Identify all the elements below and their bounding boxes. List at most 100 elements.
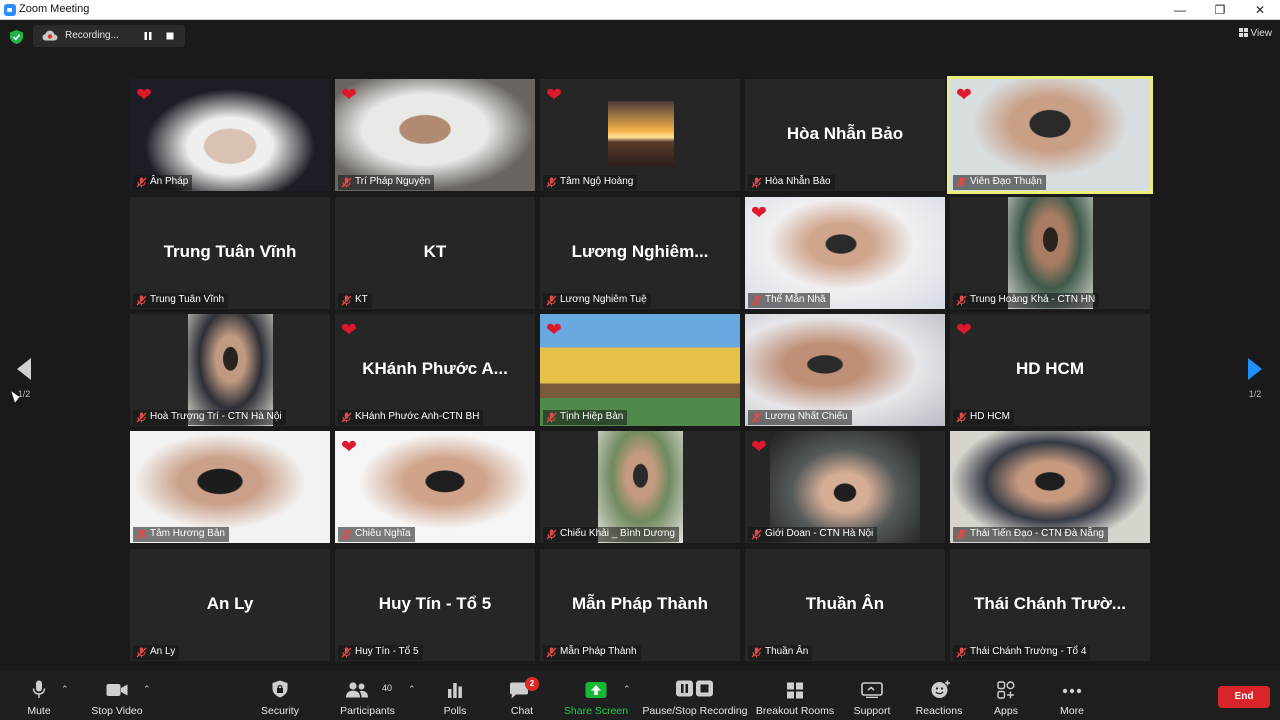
participant-name: Tịnh Hiệp Bản — [560, 411, 624, 422]
participant-tile[interactable]: Tâm Hương Bản — [130, 431, 330, 543]
participant-tile[interactable]: Hòa Nhẫn Bảo Hòa Nhẫn Bảo — [745, 79, 945, 191]
stop-recording-icon[interactable] — [163, 29, 177, 43]
video-options-caret[interactable]: ⌃ — [143, 684, 151, 695]
chat-button[interactable]: 2 Chat — [499, 670, 545, 720]
participant-name: Giới Doan - CTN Hà Nội — [765, 528, 874, 539]
participant-name-label: KHánh Phước Anh-CTN BH — [338, 410, 484, 425]
reactions-smiley-icon — [931, 680, 950, 698]
muted-microphone-icon — [136, 295, 147, 306]
heart-reaction-icon: ❤ — [546, 85, 562, 106]
participant-name-label: Tâm Ngộ Hoàng — [543, 175, 638, 190]
participant-name-label: Tâm Hương Bản — [133, 527, 229, 542]
muted-microphone-icon — [546, 529, 557, 540]
muted-microphone-icon — [341, 177, 352, 188]
participant-tile[interactable]: Lương Nhất Chiếu — [745, 314, 945, 426]
participant-name-label: HD HCM — [953, 410, 1014, 425]
participant-name-label: An Ly — [133, 645, 180, 660]
view-button[interactable]: View — [1238, 28, 1272, 39]
participant-tile[interactable]: ❤ Tịnh Hiệp Bản — [540, 314, 740, 426]
participant-tile[interactable]: ❤ Thể Mẫn Nhã — [745, 197, 945, 309]
participant-name-label: Lương Nhất Chiếu — [748, 410, 852, 425]
heart-reaction-icon: ❤ — [751, 437, 767, 458]
participant-tile[interactable]: ❤ Chiêu Nghĩa — [335, 431, 535, 543]
stop-video-button[interactable]: Stop Video — [86, 670, 148, 720]
participants-options-caret[interactable]: ⌃ — [408, 684, 416, 695]
participant-tile[interactable]: Thái Tiến Đạo - CTN Đà Nẵng — [950, 431, 1150, 543]
participant-tile[interactable]: Chiếu Khải _ Bình Dương — [540, 431, 740, 543]
chat-unread-badge: 2 — [525, 677, 539, 691]
participant-tile[interactable]: Trung Hoàng Khả - CTN HN — [950, 197, 1150, 309]
participant-tile[interactable]: ❤ Viên Đạo Thuận — [947, 76, 1153, 194]
share-screen-button[interactable]: Share Screen — [563, 670, 629, 720]
breakout-rooms-button[interactable]: Breakout Rooms — [755, 670, 835, 720]
polls-bar-chart-icon — [448, 683, 462, 698]
reactions-button[interactable]: Reactions — [912, 670, 966, 720]
participant-name-label: KT — [338, 293, 372, 308]
muted-microphone-icon — [956, 529, 967, 540]
video-camera-icon — [106, 684, 128, 696]
restore-button[interactable]: ❐ — [1200, 0, 1240, 20]
muted-microphone-icon — [546, 647, 557, 658]
participant-name-label: Viên Đạo Thuận — [953, 175, 1046, 190]
muted-microphone-icon — [341, 295, 352, 306]
participant-tile[interactable]: KT KT — [335, 197, 535, 309]
apps-button[interactable]: Apps — [984, 670, 1028, 720]
muted-microphone-icon — [956, 295, 967, 306]
participant-name: Ân Pháp — [150, 176, 189, 187]
polls-button[interactable]: Polls — [431, 670, 479, 720]
muted-microphone-icon — [751, 647, 762, 658]
security-button[interactable]: Security — [255, 670, 305, 720]
encryption-shield-icon[interactable] — [10, 30, 23, 44]
participant-tile[interactable]: Trung Tuân Vĩnh Trung Tuân Vĩnh — [130, 197, 330, 309]
participant-display-name: Thuần Ân — [805, 594, 885, 613]
participant-tile[interactable]: Thái Chánh Trườ... Thái Chánh Trường - Tổ… — [950, 549, 1150, 661]
heart-reaction-icon: ❤ — [546, 320, 562, 341]
participant-tile[interactable]: Thuần Ân Thuần Ân — [745, 549, 945, 661]
muted-microphone-icon — [956, 647, 967, 658]
more-button[interactable]: More — [1050, 670, 1094, 720]
participant-name-label: Thái Chánh Trường - Tổ 4 — [953, 645, 1091, 660]
participant-name: Huy Tín - Tổ 5 — [355, 646, 419, 657]
participant-tile[interactable]: An Ly An Ly — [130, 549, 330, 661]
muted-microphone-icon — [956, 412, 967, 423]
participant-tile[interactable]: ❤ Giới Doan - CTN Hà Nội — [745, 431, 945, 543]
minimize-button[interactable]: — — [1160, 0, 1200, 20]
support-button[interactable]: Support — [848, 670, 896, 720]
muted-microphone-icon — [751, 412, 762, 423]
participant-name-label: Chiêu Nghĩa — [338, 527, 415, 542]
participant-tile[interactable]: Mẫn Pháp Thành Mẫn Pháp Thành — [540, 549, 740, 661]
muted-microphone-icon — [341, 412, 352, 423]
mute-button[interactable]: Mute — [14, 670, 64, 720]
participant-display-name: HD HCM — [1016, 359, 1084, 378]
muted-microphone-icon — [136, 647, 147, 658]
share-options-caret[interactable]: ⌃ — [623, 684, 631, 695]
apps-icon — [997, 681, 1015, 699]
next-page-button[interactable]: 1/2 — [1245, 358, 1265, 399]
participant-name: Thái Chánh Trường - Tổ 4 — [970, 646, 1087, 657]
muted-microphone-icon — [136, 529, 147, 540]
participant-tile[interactable]: Huy Tín - Tổ 5 Huy Tín - Tổ 5 — [335, 549, 535, 661]
participants-button[interactable]: 40 Participants — [335, 670, 400, 720]
window-titlebar: Zoom Meeting — ❐ ✕ — [0, 0, 1280, 20]
close-button[interactable]: ✕ — [1240, 0, 1280, 20]
participant-tile[interactable]: Hoà Trượng Trí - CTN Hà Nội — [130, 314, 330, 426]
participant-tile[interactable]: KHánh Phước A... ❤ KHánh Phước Anh-CTN BH — [335, 314, 535, 426]
participant-tile[interactable]: Lương Nghiêm... Lương Nghiêm Tuệ — [540, 197, 740, 309]
participant-name-label: Trung Hoàng Khả - CTN HN — [953, 293, 1100, 308]
participant-name-label: Trí Pháp Nguyện — [338, 175, 435, 190]
participant-name: An Ly — [150, 646, 176, 657]
participant-tile[interactable]: ❤ Trí Pháp Nguyện — [335, 79, 535, 191]
participant-name-label: Thái Tiến Đạo - CTN Đà Nẵng — [953, 527, 1108, 542]
participant-name-label: Hoà Trượng Trí - CTN Hà Nội — [133, 410, 286, 425]
audio-options-caret[interactable]: ⌃ — [61, 684, 69, 695]
grid-view-icon — [1238, 28, 1248, 37]
end-meeting-button[interactable]: End — [1218, 686, 1270, 708]
participant-tile[interactable]: ❤ Tâm Ngộ Hoàng — [540, 79, 740, 191]
window-title: Zoom Meeting — [19, 3, 90, 15]
muted-microphone-icon — [136, 177, 147, 188]
pause-stop-recording-button[interactable]: Pause/Stop Recording — [642, 670, 748, 720]
arrow-left-icon — [17, 358, 31, 380]
participant-tile[interactable]: HD HCM ❤ HD HCM — [950, 314, 1150, 426]
participant-tile[interactable]: ❤ Ân Pháp — [130, 79, 330, 191]
pause-recording-icon[interactable] — [141, 29, 155, 43]
